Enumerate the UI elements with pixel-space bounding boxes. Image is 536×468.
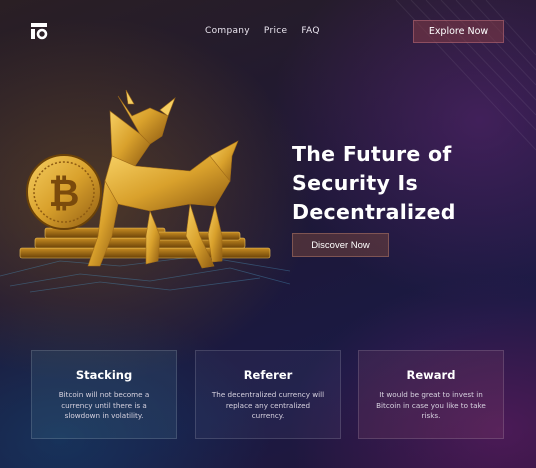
explore-now-button[interactable]: Explore Now: [413, 20, 504, 43]
feature-title: Reward: [406, 368, 456, 382]
coin-stacks: [19, 227, 271, 259]
feature-text: It would be great to invest in Bitcoin i…: [376, 390, 486, 420]
nav-company[interactable]: Company: [205, 26, 250, 36]
main-nav: Company Price FAQ: [205, 26, 320, 36]
svg-text:₿: ₿: [49, 171, 80, 215]
feature-card-stacking: Stacking Bitcoin will not become a curre…: [31, 350, 177, 439]
circuit-board-graphic: [0, 255, 290, 293]
brand-logo-icon[interactable]: [30, 22, 48, 40]
discover-now-button[interactable]: Discover Now: [292, 233, 389, 257]
feature-title: Stacking: [75, 368, 133, 382]
feature-card-reward: Reward It would be great to invest in Bi…: [358, 350, 504, 439]
feature-text: The decentralized currency will replace …: [211, 390, 325, 420]
feature-title: Referer: [243, 368, 293, 382]
hero-title: The Future of Security Is Decentralized: [292, 142, 456, 224]
feature-text: Bitcoin will not become a currency until…: [58, 390, 150, 420]
hero-illustration: ₿: [0, 89, 290, 293]
bitcoin-coin-icon: ₿: [26, 154, 102, 230]
feature-card-referer: Referer The decentralized currency will …: [195, 350, 341, 439]
nav-faq[interactable]: FAQ: [301, 26, 319, 36]
nav-price[interactable]: Price: [264, 26, 287, 36]
